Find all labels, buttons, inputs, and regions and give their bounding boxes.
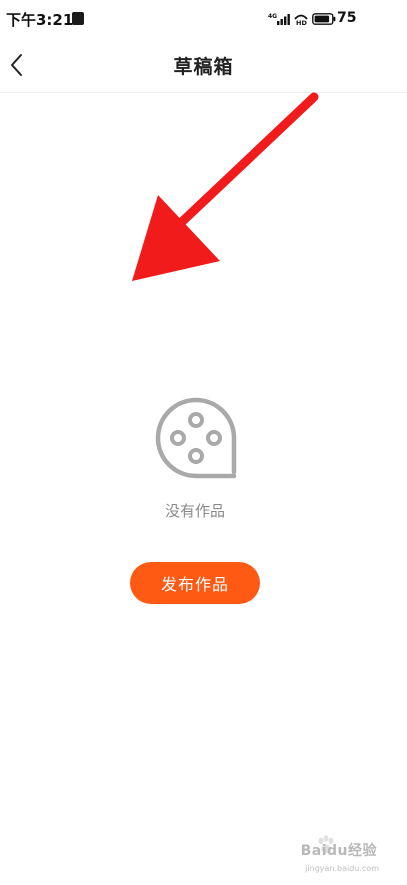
status-bar: 下午3:21 4G HD 75 (0, 0, 407, 38)
svg-text:4G: 4G (268, 13, 277, 20)
page-title: 草稿箱 (173, 56, 234, 78)
svg-text:HD: HD (296, 19, 307, 26)
hd-call-icon: HD (294, 14, 308, 26)
status-time: 下午3:21 (6, 11, 74, 29)
signal-icon: 4G (268, 13, 290, 25)
empty-state-message: 没有作品 (164, 502, 225, 520)
film-reel-icon (155, 397, 237, 479)
publish-work-button[interactable]: 发布作品 (130, 562, 260, 604)
notification-icon (72, 12, 84, 25)
watermark-url: jingyan.baidu.com (305, 864, 379, 873)
drafts-page: 下午3:21 4G HD 75 草稿箱 没有作品 发布作品 Baidu经验 ji… (0, 0, 407, 885)
annotation-arrow-icon (132, 92, 319, 281)
battery-icon (312, 13, 336, 25)
watermark-text: Baidu经验 (300, 843, 377, 859)
battery-level: 75 (337, 10, 357, 26)
